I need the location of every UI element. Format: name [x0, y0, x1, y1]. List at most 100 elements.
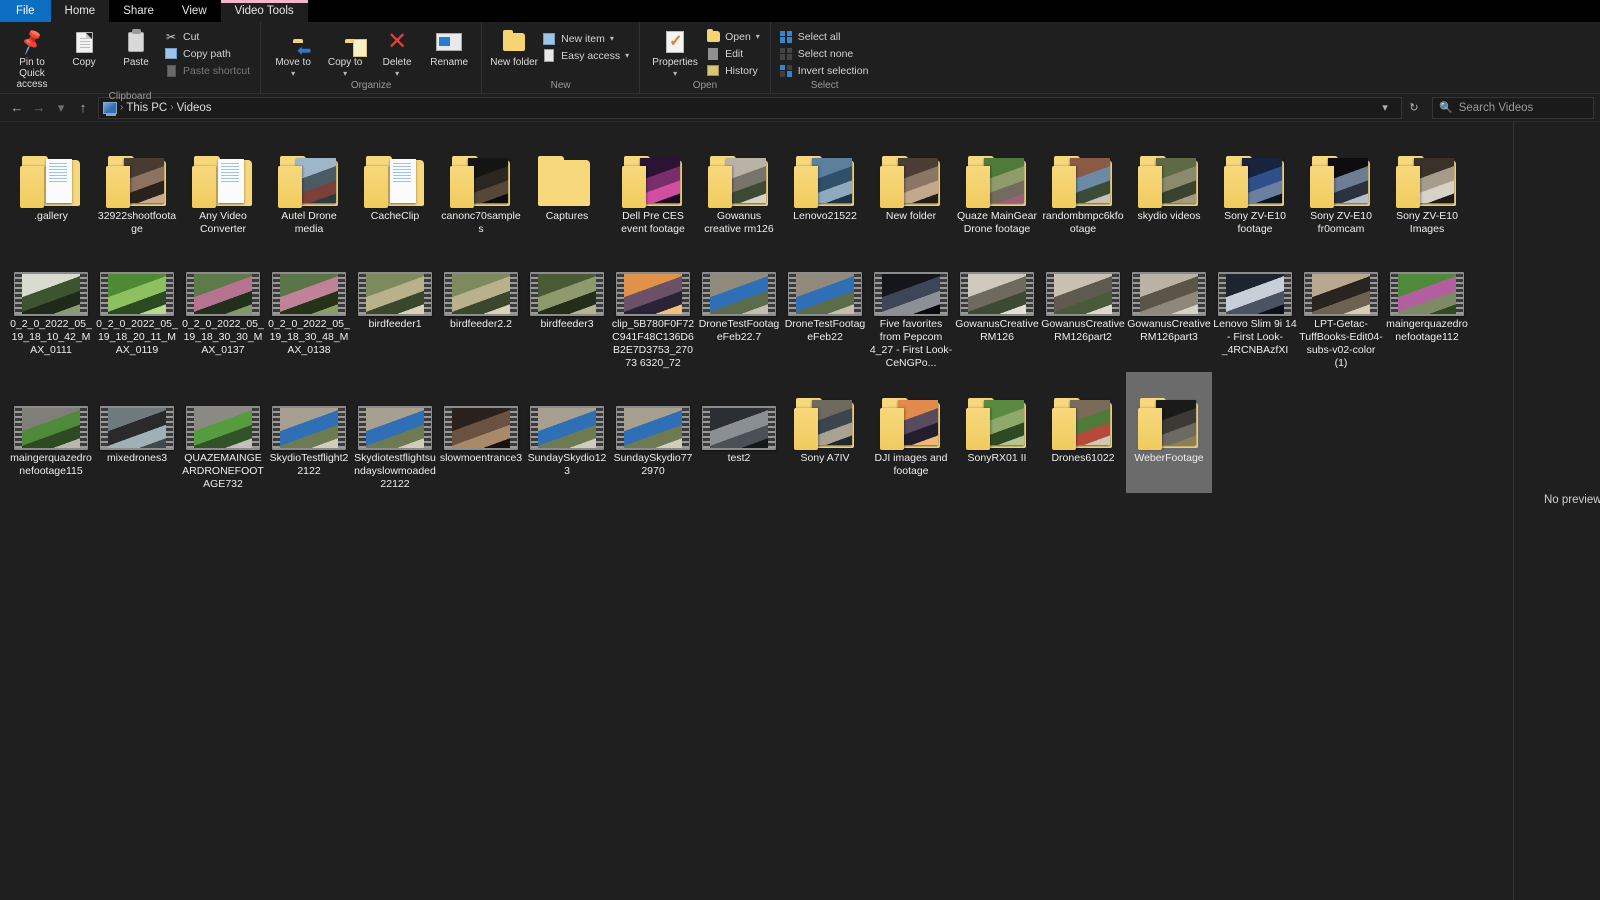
- file-item[interactable]: Any Video Converter: [180, 130, 266, 238]
- file-item[interactable]: Captures: [524, 130, 610, 238]
- easy-access-button[interactable]: Easy access ▾: [540, 47, 633, 64]
- copy-to-button[interactable]: Copy to ▾: [319, 24, 371, 79]
- file-item-label: 0_2_0_2022_05_19_18_10_42_MAX_0111: [10, 318, 92, 356]
- file-item[interactable]: Skydiotestflightsundayslowmoaded22122: [352, 372, 438, 493]
- file-item-selected[interactable]: WeberFootage: [1126, 372, 1212, 493]
- file-item[interactable]: Sony A7IV: [782, 372, 868, 493]
- edit-button[interactable]: Edit: [704, 45, 764, 62]
- thumbnail-image: [366, 274, 424, 314]
- paste-shortcut-button[interactable]: Paste shortcut: [162, 62, 254, 79]
- file-item[interactable]: Lenovo Slim 9i 14 - First Look-_4RCNBAzf…: [1212, 238, 1298, 372]
- properties-button[interactable]: Properties ▾: [646, 24, 704, 79]
- address-chevron-down-icon[interactable]: ▾: [1373, 101, 1397, 114]
- file-item[interactable]: DJI images and footage: [868, 372, 954, 493]
- breadcrumb[interactable]: › This PC › Videos ▾: [98, 96, 1402, 119]
- thumbnail-wrap: [698, 242, 780, 316]
- properties-caret-icon[interactable]: ▾: [673, 68, 677, 79]
- file-item[interactable]: New folder: [868, 130, 954, 238]
- move-to-caret-icon[interactable]: ▾: [291, 68, 295, 79]
- file-item[interactable]: Drones61022: [1040, 372, 1126, 493]
- file-item[interactable]: SonyRX01 II: [954, 372, 1040, 493]
- copy-button[interactable]: Copy: [58, 24, 110, 68]
- tab-view[interactable]: View: [168, 0, 221, 22]
- rename-button[interactable]: Rename: [423, 24, 475, 68]
- paste-shortcut-icon: [164, 64, 178, 78]
- file-item[interactable]: Five favorites from Pepcom 4_27 - First …: [868, 238, 954, 372]
- file-item[interactable]: Sony ZV-E10 fr0omcam: [1298, 130, 1384, 238]
- file-item[interactable]: Gowanus creative rm126: [696, 130, 782, 238]
- file-list-view[interactable]: .gallery 32922shootfootage Any Video Conve…: [0, 122, 1513, 900]
- file-item[interactable]: maingerquazedronefootage115: [8, 372, 94, 493]
- file-item[interactable]: Lenovo21522: [782, 130, 868, 238]
- file-item[interactable]: Quaze MainGear Drone footage: [954, 130, 1040, 238]
- file-item[interactable]: birdfeeder2.2: [438, 238, 524, 372]
- copy-to-caret-icon[interactable]: ▾: [343, 68, 347, 79]
- file-item[interactable]: CacheClip: [352, 130, 438, 238]
- file-item[interactable]: 0_2_0_2022_05_19_18_30_48_MAX_0138: [266, 238, 352, 372]
- file-item[interactable]: birdfeeder3: [524, 238, 610, 372]
- file-item[interactable]: slowmoentrance3: [438, 372, 524, 493]
- file-item[interactable]: 0_2_0_2022_05_19_18_30_30_MAX_0137: [180, 238, 266, 372]
- file-item[interactable]: 0_2_0_2022_05_19_18_20_11_MAX_0119: [94, 238, 180, 372]
- delete-caret-icon[interactable]: ▾: [395, 68, 399, 79]
- file-item[interactable]: GowanusCreative RM126: [954, 238, 1040, 372]
- file-item[interactable]: clip_5B780F0F72C941F48C136D6B2E7D3753_27…: [610, 238, 696, 372]
- file-item[interactable]: DroneTestFootageFeb22.7: [696, 238, 782, 372]
- new-folder-button[interactable]: New folder: [488, 24, 540, 68]
- file-item[interactable]: 32922shootfootage: [94, 130, 180, 238]
- cut-button[interactable]: ✂ Cut: [162, 28, 254, 45]
- easy-access-caret-icon[interactable]: ▾: [625, 51, 629, 60]
- file-item[interactable]: maingerquazedronefootage112: [1384, 238, 1470, 372]
- file-item-label: Lenovo Slim 9i 14 - First Look-_4RCNBAzf…: [1213, 318, 1297, 356]
- refresh-icon[interactable]: ↻: [1402, 101, 1426, 114]
- file-item[interactable]: .gallery: [8, 130, 94, 238]
- file-item[interactable]: canonc70samples: [438, 130, 524, 238]
- tab-home[interactable]: Home: [50, 0, 110, 22]
- move-to-button[interactable]: ⬅ Move to ▾: [267, 24, 319, 79]
- file-item[interactable]: skydio videos: [1126, 130, 1212, 238]
- search-input[interactable]: [1458, 101, 1587, 114]
- file-item[interactable]: Dell Pre CES event footage: [610, 130, 696, 238]
- thumbnail-image: [538, 408, 596, 448]
- thumbnail-wrap: [784, 134, 866, 208]
- tab-video-tools[interactable]: Video Tools: [220, 0, 308, 22]
- pin-to-quick-access-button[interactable]: 📌 Pin to Quick access: [6, 24, 58, 90]
- file-item-label: GowanusCreative RM126part3: [1127, 318, 1211, 343]
- select-all-button[interactable]: Select all: [777, 28, 873, 45]
- search-box[interactable]: 🔍: [1432, 96, 1594, 119]
- file-item[interactable]: SundaySkydio772970: [610, 372, 696, 493]
- file-item[interactable]: birdfeeder1: [352, 238, 438, 372]
- folder-icon: [622, 156, 684, 208]
- file-item[interactable]: randombmpc6kfootage: [1040, 130, 1126, 238]
- select-none-button[interactable]: Select none: [777, 45, 873, 62]
- invert-selection-button[interactable]: Invert selection: [777, 62, 873, 79]
- history-button[interactable]: History: [704, 62, 764, 79]
- file-item-label: skydio videos: [1137, 210, 1201, 222]
- file-item[interactable]: mixedrones3: [94, 372, 180, 493]
- file-item[interactable]: GowanusCreative RM126part2: [1040, 238, 1126, 372]
- file-item[interactable]: Sony ZV-E10 footage: [1212, 130, 1298, 238]
- file-item[interactable]: DroneTestFootageFeb22: [782, 238, 868, 372]
- file-item[interactable]: QUAZEMAINGEARDRONEFOOTAGE732: [180, 372, 266, 493]
- file-item-label: 32922shootfootage: [97, 210, 177, 235]
- open-button[interactable]: Open ▾: [704, 28, 764, 45]
- file-item[interactable]: Autel Drone media: [266, 130, 352, 238]
- thumbnail-image: [726, 158, 766, 203]
- file-item-label: Quaze MainGear Drone footage: [957, 210, 1037, 235]
- new-item-button[interactable]: New item ▾: [540, 30, 633, 47]
- file-item[interactable]: test2: [696, 372, 782, 493]
- copy-path-button[interactable]: Copy path: [162, 45, 254, 62]
- new-item-caret-icon[interactable]: ▾: [610, 34, 614, 43]
- paste-button[interactable]: Paste: [110, 24, 162, 68]
- tab-file[interactable]: File: [0, 0, 51, 22]
- file-item[interactable]: GowanusCreative RM126part3: [1126, 238, 1212, 372]
- file-item-label: Gowanus creative rm126: [704, 210, 774, 235]
- file-item[interactable]: 0_2_0_2022_05_19_18_10_42_MAX_0111: [8, 238, 94, 372]
- open-caret-icon[interactable]: ▾: [756, 32, 760, 41]
- tab-share[interactable]: Share: [109, 0, 168, 22]
- file-item[interactable]: Sony ZV-E10 Images: [1384, 130, 1470, 238]
- delete-button[interactable]: ✕ Delete ▾: [371, 24, 423, 79]
- file-item[interactable]: SundaySkydio123: [524, 372, 610, 493]
- file-item[interactable]: SkydioTestflight22122: [266, 372, 352, 493]
- file-item[interactable]: LPT-Getac-TuffBooks-Edit04-subs-v02-colo…: [1298, 238, 1384, 372]
